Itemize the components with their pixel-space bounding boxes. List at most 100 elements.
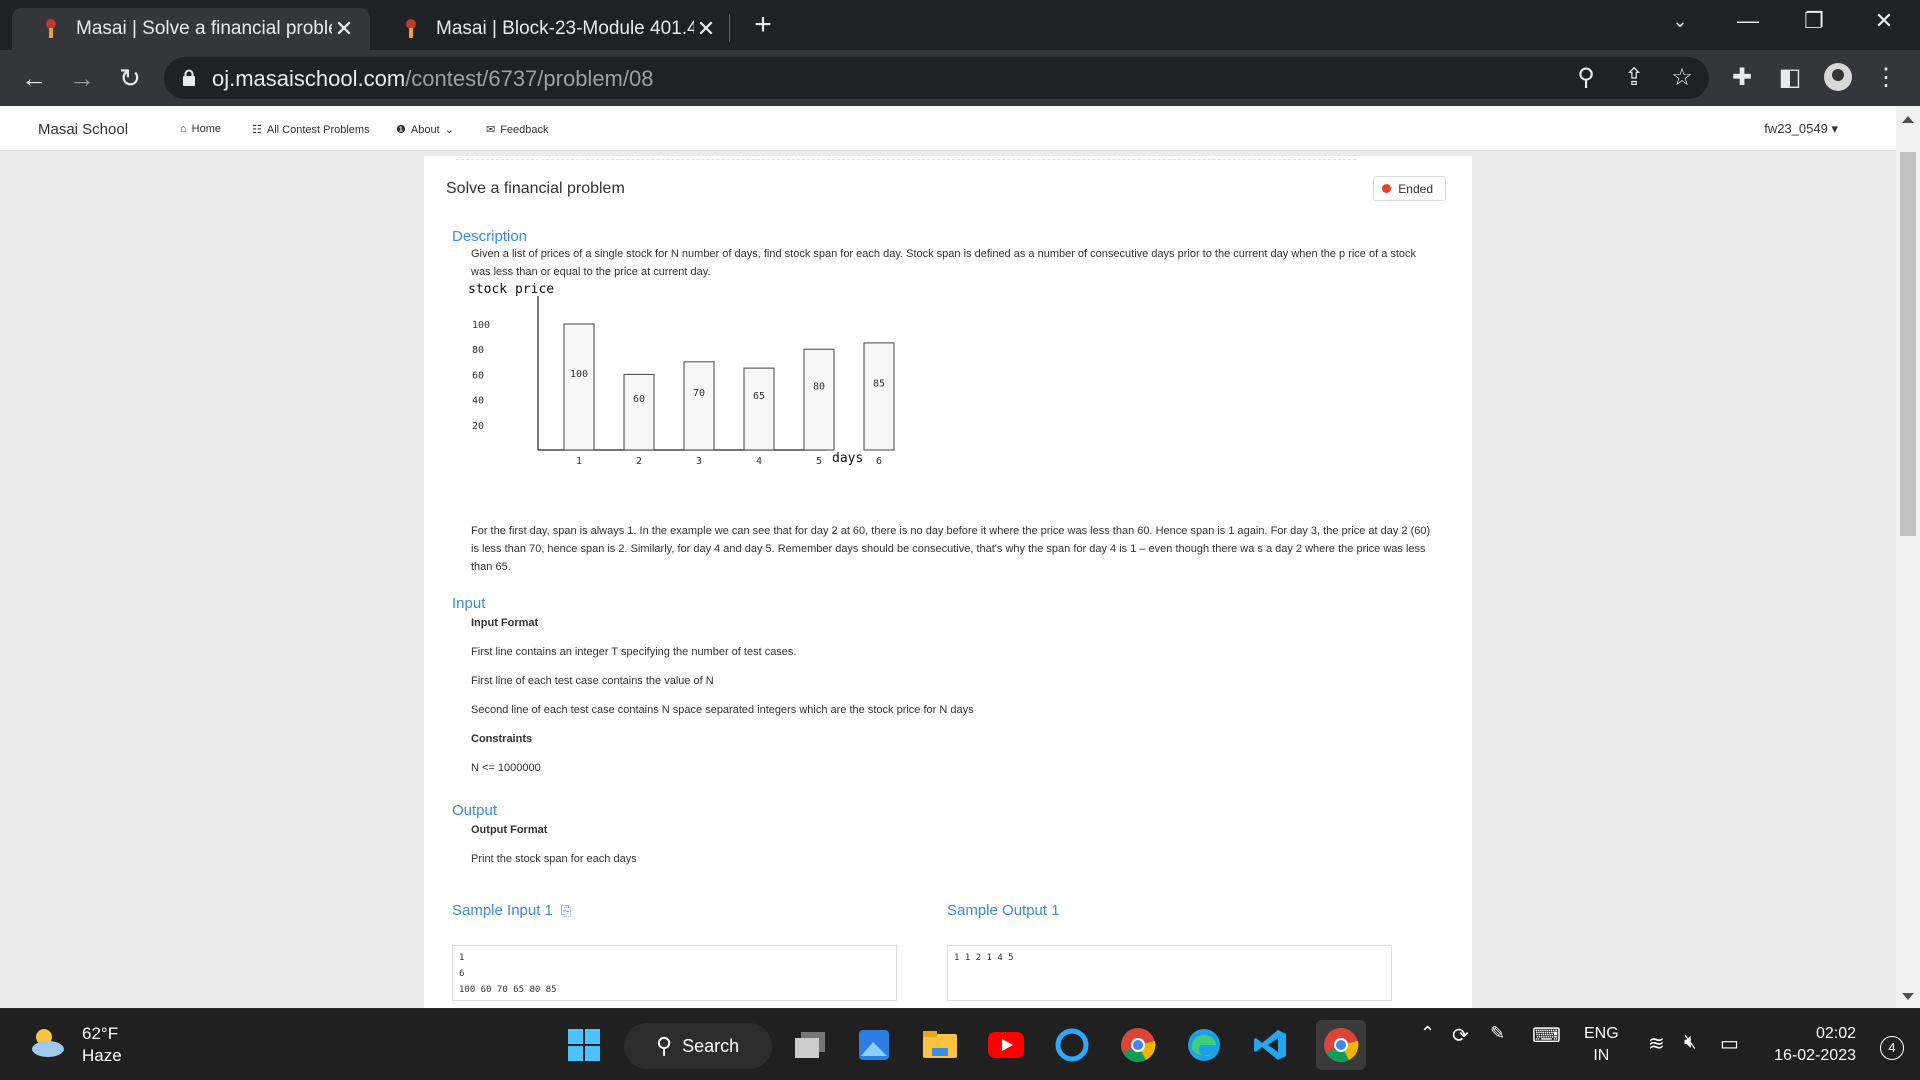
input-line-3: Second line of each test case contains N… (471, 704, 974, 716)
windows-taskbar: 62°F Haze ⚲ Search ⌃ ⟳ ✎ ⌨ ENG IN ≋ 🔇︎ ▭… (0, 1008, 1920, 1080)
chart-ytick-label: 20 (472, 421, 484, 432)
tab-inactive[interactable]: Masai | Block-23-Module 401.4.1 ✕ (372, 8, 732, 50)
chrome-icon[interactable] (1116, 1023, 1160, 1067)
nav-feedback[interactable]: ✉ Feedback (486, 123, 549, 137)
nav-home[interactable]: ⌂ Home (180, 123, 221, 135)
browser-toolbar: ← → ↻ oj.masaischool.com/contest/6737/pr… (0, 50, 1920, 106)
explanation-text: For the first day, span is always 1. In … (471, 525, 1431, 573)
home-icon: ⌂ (180, 123, 187, 135)
file-explorer-icon[interactable] (918, 1023, 962, 1067)
tray-overflow-icon[interactable]: ⌃ (1420, 1023, 1435, 1044)
restore-button[interactable]: ❐ (1786, 0, 1842, 42)
volume-muted-icon[interactable]: 🔇︎ (1684, 1031, 1697, 1054)
weather-widget[interactable]: 62°F Haze (28, 1023, 122, 1067)
chart-xtick-label: 5 (816, 456, 822, 467)
forward-button[interactable]: → (64, 60, 100, 96)
reload-button[interactable]: ↻ (112, 60, 148, 96)
taskbar-search[interactable]: ⚲ Search (624, 1023, 772, 1069)
problem-title: Solve a financial problem (446, 180, 625, 197)
chart-data-label: 85 (873, 378, 885, 389)
chart-xtick-label: 2 (636, 456, 642, 467)
back-button[interactable]: ← (16, 60, 52, 96)
description-text: Given a list of prices of a single stock… (471, 248, 1417, 278)
divider (456, 159, 1356, 160)
chrome-active-app-icon[interactable] (1316, 1020, 1366, 1070)
chart-xlabel: days (832, 451, 863, 466)
stock-price-chart: stock price days 10080604020100160270365… (468, 282, 895, 467)
edge-icon[interactable] (1182, 1023, 1226, 1067)
nav-all-contest-problems[interactable]: ☷ All Contest Problems (252, 123, 370, 137)
scroll-up-icon[interactable] (1902, 116, 1914, 123)
sample-input-title: Sample Input 1 (452, 902, 553, 919)
weather-cloud-icon (32, 1029, 64, 1057)
extensions-icon[interactable]: ✚ (1726, 62, 1758, 94)
share-icon[interactable]: ⇪ (1618, 62, 1650, 94)
battery-icon[interactable]: ▭ (1720, 1031, 1739, 1056)
search-label: Search (682, 1035, 740, 1056)
language-indicator[interactable]: ENG IN (1584, 1023, 1619, 1067)
tab-active[interactable]: Masai | Solve a financial problem ✕ (12, 8, 370, 50)
sample-input-heading: Sample Input 1 ⎘ (452, 902, 571, 919)
clock-time: 02:02 (1815, 1025, 1856, 1042)
scroll-down-icon[interactable] (1902, 993, 1914, 1000)
address-bar[interactable]: oj.masaischool.com/contest/6737/problem/… (164, 57, 1709, 99)
page-scrollbar[interactable] (1896, 106, 1920, 1008)
masai-favicon-icon (406, 19, 416, 38)
nav-about[interactable]: ❶ About ⌄ (396, 123, 454, 137)
tab-separator (729, 14, 730, 42)
tab-title: Masai | Block-23-Module 401.4.1 (436, 18, 694, 39)
chart-data-label: 65 (753, 391, 765, 402)
chart-xtick-label: 1 (576, 456, 582, 467)
task-view-icon[interactable] (788, 1023, 832, 1067)
system-clock[interactable]: 02:02 16-02-2023 (1774, 1023, 1856, 1067)
sample-input-box[interactable]: 1 6 100 60 70 65 80 85 (452, 945, 897, 1001)
input-format-label: Input Format (471, 617, 539, 629)
new-tab-button[interactable]: + (746, 8, 780, 42)
pen-icon[interactable]: ✎ (1490, 1023, 1505, 1044)
masai-favicon-icon (46, 19, 56, 38)
keyboard-icon[interactable]: ⌨ (1532, 1023, 1561, 1048)
chart-ytick-label: 100 (472, 320, 490, 331)
tab-close-icon[interactable]: ✕ (694, 16, 718, 42)
vscode-icon[interactable] (1248, 1023, 1292, 1067)
scroll-thumb[interactable] (1900, 152, 1916, 536)
start-button[interactable] (562, 1023, 606, 1067)
chart-ytick-label: 60 (472, 370, 484, 381)
side-panel-icon[interactable]: ◧ (1774, 62, 1806, 94)
sync-icon[interactable]: ⟳ (1452, 1023, 1469, 1048)
bookmark-star-icon[interactable]: ☆ (1666, 62, 1698, 94)
lock-icon (183, 69, 195, 86)
input-line-1: First line contains an integer T specify… (471, 646, 797, 658)
tab-title: Masai | Solve a financial problem (76, 18, 332, 39)
site-navbar: Masai School ⌂ Home ☷ All Contest Problems… (0, 106, 1896, 151)
minimize-button[interactable]: — (1720, 0, 1776, 42)
cortana-icon[interactable] (1050, 1023, 1094, 1067)
site-brand[interactable]: Masai School (38, 121, 128, 138)
photos-app-icon[interactable] (852, 1023, 896, 1067)
chart-xtick-label: 3 (696, 456, 702, 467)
constraints-text: N <= 1000000 (471, 762, 541, 774)
chrome-menu-icon[interactable]: ⋮ (1870, 62, 1902, 94)
problem-panel: Solve a financial problem Ended Descript… (424, 156, 1472, 1008)
sample-output-box[interactable]: 1 1 2 1 4 5 (947, 945, 1392, 1001)
status-badge: Ended (1373, 176, 1446, 201)
nav-home-label: Home (191, 123, 221, 135)
profile-avatar[interactable] (1822, 62, 1854, 94)
chart-xtick-label: 6 (876, 456, 882, 467)
user-menu[interactable]: fw23_0549 ▾ (1764, 121, 1838, 137)
zoom-icon[interactable]: ⚲ (1570, 62, 1602, 94)
wifi-icon[interactable]: ≋ (1648, 1031, 1665, 1056)
close-window-button[interactable]: ✕ (1856, 0, 1912, 42)
chart-data-label: 100 (570, 369, 588, 380)
constraints-label: Constraints (471, 733, 533, 745)
tab-close-icon[interactable]: ✕ (332, 16, 356, 42)
tab-search-icon[interactable]: ⌄ (1652, 0, 1708, 42)
notification-badge[interactable]: 4 (1880, 1036, 1904, 1060)
browser-tab-strip: Masai | Solve a financial problem ✕ Masa… (0, 0, 1920, 50)
chart-data-label: 70 (693, 388, 705, 399)
username: fw23_0549 (1764, 121, 1828, 136)
page-viewport: Masai School ⌂ Home ☷ All Contest Problems… (0, 106, 1920, 1008)
youtube-icon[interactable] (984, 1023, 1028, 1067)
copy-icon[interactable]: ⎘ (561, 903, 571, 919)
chart-bar (863, 342, 895, 451)
